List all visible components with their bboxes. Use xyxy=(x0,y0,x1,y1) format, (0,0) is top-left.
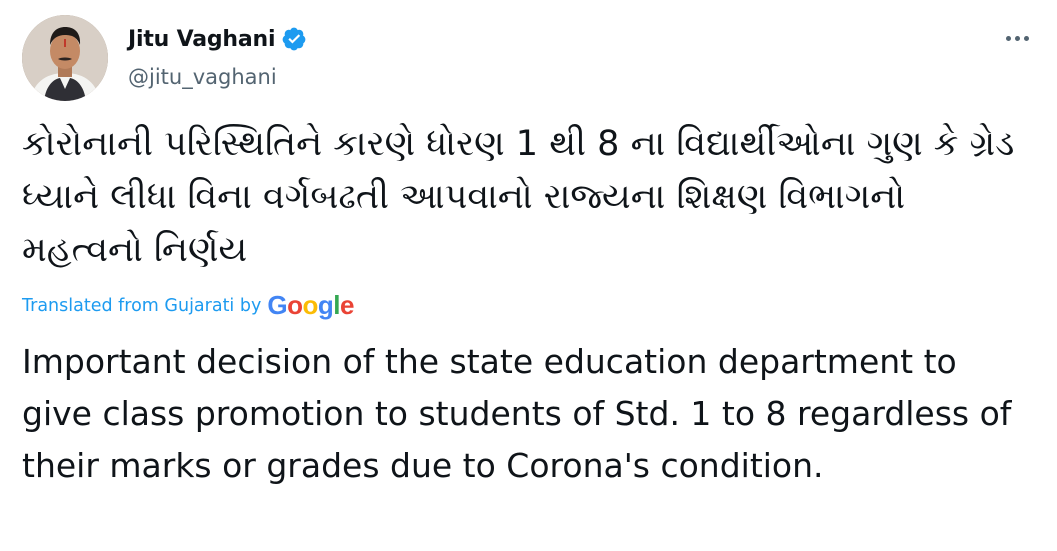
google-logo: Google xyxy=(267,290,354,320)
avatar[interactable] xyxy=(22,15,108,101)
tweet-original-text: કોરોનાની પરિસ્થિતિને કારણે ધોરણ 1 થી 8 ન… xyxy=(22,124,1015,270)
avatar-image xyxy=(22,15,108,101)
more-dot xyxy=(1005,35,1011,41)
translation-attribution: Translated from Gujarati by Google xyxy=(22,290,354,321)
tweet-header: Jitu Vaghani @jitu_vaghani xyxy=(22,15,1037,105)
user-names: Jitu Vaghani @jitu_vaghani xyxy=(128,23,307,89)
verified-badge-icon[interactable] xyxy=(281,26,307,52)
display-name[interactable]: Jitu Vaghani xyxy=(128,27,275,52)
tweet-card: Jitu Vaghani @jitu_vaghani કોરોનાની પરિસ… xyxy=(0,0,1057,551)
user-handle[interactable]: @jitu_vaghani xyxy=(128,65,307,89)
more-dot xyxy=(1023,35,1029,41)
translated-from-label[interactable]: Translated from Gujarati by xyxy=(22,296,261,316)
display-name-row: Jitu Vaghani xyxy=(128,23,307,55)
more-horizontal-icon[interactable] xyxy=(997,23,1037,53)
tweet-translated-text: Important decision of the state educatio… xyxy=(22,342,1012,485)
more-dot xyxy=(1014,35,1020,41)
